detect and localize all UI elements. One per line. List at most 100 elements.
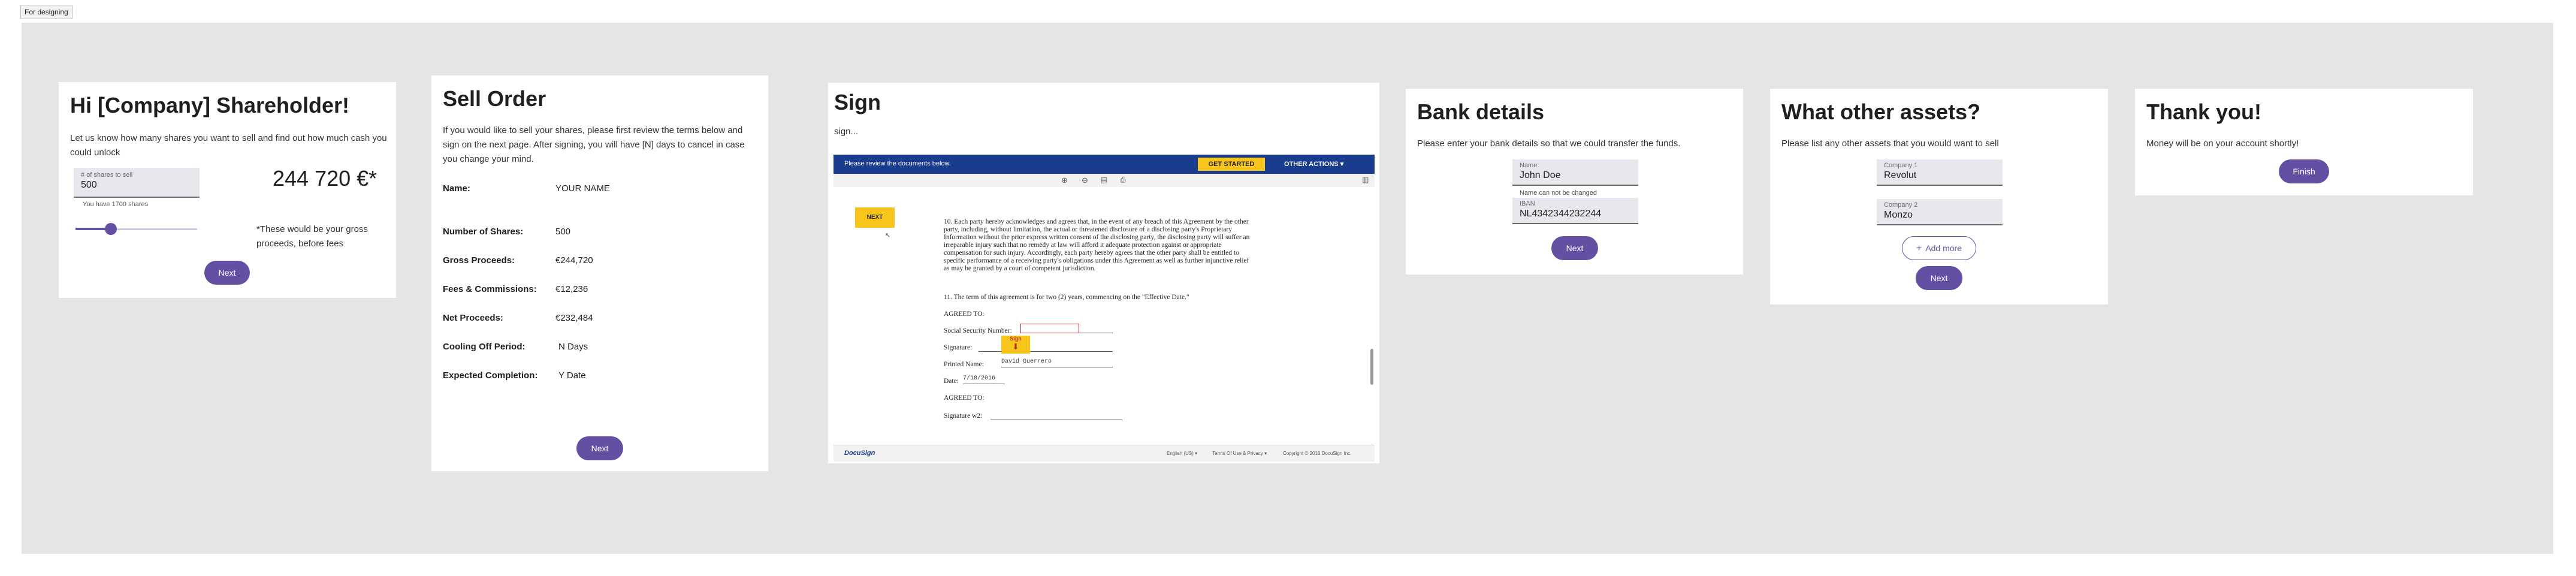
- net-proceeds-value: €232,484: [555, 313, 593, 323]
- zoom-out-icon[interactable]: ⊖: [1082, 176, 1088, 185]
- gross-proceeds-label: Gross Proceeds:: [443, 255, 515, 266]
- bank-details-title: Bank details: [1417, 99, 1545, 124]
- docusign-left-margin: NEXT ↖: [833, 187, 901, 445]
- thank-you-subtitle: Money will be on your account shortly!: [2146, 138, 2299, 149]
- print-icon[interactable]: ⎙: [1120, 176, 1126, 185]
- doc-signature-label: Signature:: [944, 344, 973, 351]
- company-1-label: Company 1: [1884, 162, 1918, 169]
- name-helper: Name can not be changed: [1520, 189, 1597, 197]
- iban-field[interactable]: IBAN NL4342344232244: [1512, 198, 1638, 224]
- signature-line: [979, 351, 1113, 352]
- other-assets-next-button[interactable]: Next: [1916, 266, 1962, 290]
- design-canvas: Hi [Company] Shareholder! Let us know ho…: [22, 23, 2553, 554]
- iban-field-value: NL4342344232244: [1520, 209, 1602, 219]
- sell-order-card: Sell Order If you would like to sell you…: [431, 76, 768, 471]
- cooling-off-label: Cooling Off Period:: [443, 342, 526, 352]
- sign-title: Sign: [834, 90, 881, 114]
- iban-field-label: IBAN: [1520, 200, 1535, 207]
- shares-helper: You have 1700 shares: [83, 201, 149, 208]
- docusign-top-bar: Please review the documents below. GET S…: [833, 155, 1375, 174]
- document-page: 10. Each party hereby acknowledges and a…: [901, 187, 1308, 445]
- name-field-label: Name:: [1520, 162, 1539, 169]
- other-assets-title: What other assets?: [1781, 99, 1981, 124]
- add-more-button[interactable]: + Add more: [1902, 236, 1976, 260]
- doc-paragraph-11: 11. The term of this agreement is for tw…: [944, 294, 1189, 301]
- next-tab-button[interactable]: NEXT: [855, 207, 895, 228]
- sign-tag-label: Sign: [1010, 336, 1022, 342]
- doc-ssn-label: Social Security Number:: [944, 327, 1012, 334]
- get-started-button[interactable]: GET STARTED: [1198, 158, 1265, 171]
- sign-subtitle: sign...: [834, 126, 859, 137]
- net-proceeds-label: Net Proceeds:: [443, 313, 503, 323]
- doc-signature-2-label: Signature w2:: [944, 412, 983, 420]
- bank-details-card: Bank details Please enter your bank deta…: [1406, 89, 1743, 275]
- proceeds-footnote: *These would be your gross proceeds, bef…: [256, 224, 368, 249]
- name-field-value: John Doe: [1520, 170, 1561, 180]
- fees-label: Fees & Commissions:: [443, 284, 537, 294]
- sell-order-next-button[interactable]: Next: [576, 436, 623, 460]
- docusign-logo: DocuSign: [844, 450, 875, 457]
- company-2-label: Company 2: [1884, 201, 1918, 209]
- shares-input[interactable]: # of shares to sell 500: [74, 168, 200, 198]
- docusign-right-margin: [1308, 187, 1375, 445]
- shares-input-label: # of shares to sell: [81, 171, 133, 179]
- download-icon[interactable]: ▤: [1101, 176, 1107, 184]
- shares-subtitle: Let us know how many shares you want to …: [70, 133, 387, 158]
- name-field[interactable]: Name: John Doe: [1512, 159, 1638, 186]
- sell-order-title: Sell Order: [443, 86, 546, 111]
- plus-icon: +: [1916, 243, 1922, 254]
- cursor-icon: ↖: [885, 232, 891, 239]
- completion-label: Expected Completion:: [443, 370, 538, 381]
- sign-arrow-icon: ⬇: [1012, 342, 1019, 351]
- doc-agreed-to: AGREED TO:: [944, 310, 985, 318]
- name-label: Name:: [443, 183, 470, 194]
- language-select[interactable]: English (US) ▾: [1167, 451, 1197, 456]
- other-assets-card: What other assets? Please list any other…: [1770, 89, 2108, 304]
- shares-input-value: 500: [81, 180, 97, 190]
- docusign-footer: DocuSign English (US) ▾ Terms Of Use & P…: [833, 445, 1375, 462]
- shares-next-button[interactable]: Next: [204, 261, 250, 285]
- company-2-field[interactable]: Company 2 Monzo: [1877, 199, 2003, 225]
- doc-agreed-to-2: AGREED TO:: [944, 394, 985, 402]
- trash-icon[interactable]: ▥: [1362, 176, 1369, 184]
- thank-you-title: Thank you!: [2146, 99, 2262, 124]
- sell-order-intro: If you would like to sell your shares, p…: [443, 125, 745, 164]
- doc-paragraph-10: 10. Each party hereby acknowledges and a…: [944, 218, 1250, 272]
- doc-printed-name-label: Printed Name:: [944, 361, 984, 368]
- sign-here-tag[interactable]: Sign ⬇: [1001, 336, 1030, 354]
- docusign-viewer: Please review the documents below. GET S…: [833, 155, 1375, 462]
- shares-title: Hi [Company] Shareholder!: [70, 93, 350, 117]
- shares-slider[interactable]: [76, 221, 197, 237]
- sign-card: Sign sign... Please review the documents…: [828, 83, 1379, 463]
- company-1-value: Revolut: [1884, 170, 1917, 180]
- bank-details-subtitle: Please enter your bank details so that w…: [1417, 138, 1681, 149]
- gross-proceeds-value: €244,720: [555, 255, 593, 266]
- other-actions-button[interactable]: OTHER ACTIONS ▾: [1284, 160, 1343, 168]
- completion-value: Y Date: [558, 370, 586, 381]
- shares-card: Hi [Company] Shareholder! Let us know ho…: [59, 82, 396, 298]
- review-message: Please review the documents below.: [844, 160, 951, 167]
- name-value: YOUR NAME: [555, 183, 610, 194]
- thank-you-card: Thank you! Money will be on your account…: [2135, 89, 2473, 195]
- add-more-label: Add more: [1925, 243, 1962, 253]
- company-1-field[interactable]: Company 1 Revolut: [1877, 159, 2003, 186]
- printed-name-field: David Guerrero: [1001, 358, 1113, 367]
- proceeds-amount: 244 720 €*: [273, 166, 378, 191]
- terms-link[interactable]: Terms Of Use & Privacy ▾: [1212, 451, 1267, 456]
- shares-count-label: Number of Shares:: [443, 227, 524, 237]
- slider-thumb[interactable]: [104, 223, 117, 235]
- company-2-value: Monzo: [1884, 210, 1913, 220]
- other-assets-subtitle: Please list any other assets that you wo…: [1781, 138, 1999, 149]
- for-designing-tag: For designing: [20, 5, 73, 19]
- ssn-input[interactable]: [1020, 324, 1079, 333]
- finish-button[interactable]: Finish: [2279, 159, 2329, 183]
- doc-date-label: Date:: [944, 378, 959, 385]
- zoom-in-icon[interactable]: ⊕: [1061, 176, 1068, 185]
- shares-count-value: 500: [555, 227, 571, 237]
- scrollbar-thumb[interactable]: [1370, 349, 1373, 385]
- bank-details-next-button[interactable]: Next: [1551, 236, 1598, 260]
- fees-value: €12,236: [555, 284, 588, 294]
- copyright-text: Copyright © 2016 DocuSign Inc.: [1283, 451, 1352, 456]
- cooling-off-value: N Days: [558, 342, 588, 352]
- docusign-toolbar: ⊕ ⊖ ▤ ⎙ ▥: [833, 174, 1375, 188]
